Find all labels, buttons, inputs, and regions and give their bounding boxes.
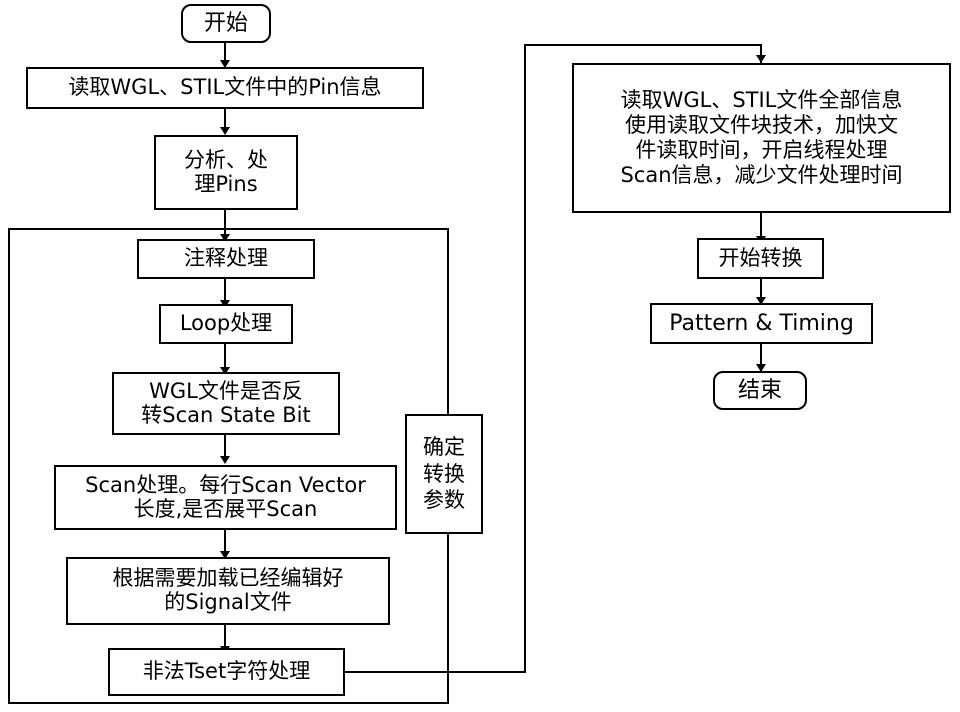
edge-right-bus-top-horizontal	[524, 44, 762, 46]
edge-confirm-params-top	[447, 228, 449, 415]
node-wgl-invert-scan[interactable]: WGL文件是否反 转Scan State Bit	[112, 372, 340, 435]
node-comment-process[interactable]: 注释处理	[137, 239, 315, 279]
node-start-convert[interactable]: 开始转换	[697, 238, 824, 279]
node-load-signal-file[interactable]: 根据需要加载已经编辑好 的Signal文件	[66, 557, 390, 625]
node-analyze-pins[interactable]: 分析、处 理Pins	[154, 135, 298, 210]
flowchart-canvas: 开始 读取WGL、STIL文件中的Pin信息 分析、处 理Pins 注释处理 L…	[0, 0, 960, 712]
edge-read-all-to-start-convert	[760, 212, 762, 239]
node-read-all-info[interactable]: 读取WGL、STIL文件全部信息 使用读取文件块技术，加快文 件读取时间，开启线…	[572, 63, 951, 213]
node-start[interactable]: 开始	[181, 4, 271, 43]
edge-tset-to-right-bus	[345, 671, 526, 673]
edge-right-bus-vertical	[524, 44, 526, 673]
arrowhead-scan-process	[220, 456, 230, 464]
arrowhead-read-all-info	[756, 55, 766, 63]
arrowhead-analyze-pins	[220, 127, 230, 135]
node-read-pin-info[interactable]: 读取WGL、STIL文件中的Pin信息	[26, 67, 424, 109]
node-end[interactable]: 结束	[713, 371, 807, 410]
node-illegal-tset[interactable]: 非法Tset字符处理	[108, 648, 345, 696]
node-pattern-timing[interactable]: Pattern & Timing	[650, 303, 873, 344]
node-loop-process[interactable]: Loop处理	[159, 304, 293, 344]
edge-confirm-params-bottom	[447, 533, 449, 704]
node-scan-process[interactable]: Scan处理。每行Scan Vector 长度,是否展平Scan	[54, 465, 397, 530]
node-confirm-params[interactable]: 确定 转换 参数	[405, 414, 483, 534]
